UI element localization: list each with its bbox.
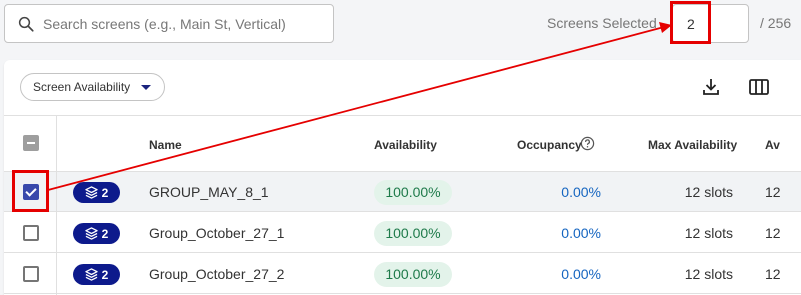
row-name: GROUP_MAY_8_1: [149, 184, 269, 200]
layers-icon: [84, 227, 98, 240]
download-icon[interactable]: [701, 77, 721, 97]
screens-selected-count-input[interactable]: 2: [672, 4, 749, 43]
row-next-value: 12: [765, 225, 781, 241]
group-size-count: 2: [101, 185, 109, 200]
search-field[interactable]: [4, 4, 334, 43]
row-availability: 100.00%: [374, 221, 452, 246]
group-size-badge[interactable]: 2: [73, 182, 120, 203]
row-name: Group_October_27_1: [149, 225, 285, 241]
row-occupancy[interactable]: 0.00%: [561, 184, 601, 200]
group-size-count: 2: [101, 267, 109, 282]
checkbox-column-divider: [56, 115, 57, 295]
row-checkbox[interactable]: [23, 225, 39, 241]
columns-icon[interactable]: [748, 77, 770, 97]
table-header-row: Name Availability Occupancy Max Availabi…: [4, 115, 801, 172]
screens-selected-label: Screens Selected: [547, 15, 657, 31]
row-max-availability: 12 slots: [684, 225, 733, 241]
caret-down-icon: [141, 85, 152, 90]
help-circle-icon[interactable]: [580, 136, 595, 151]
screens-total: / 256: [760, 15, 792, 31]
search-icon: [18, 16, 34, 32]
row-availability: 100.00%: [374, 262, 452, 287]
screen-availability-filter-label: Screen Availability: [33, 80, 131, 94]
header-availability[interactable]: Availability: [374, 138, 437, 152]
table-row[interactable]: 2 Group_October_27_2 100.00% 0.00% 12 slots 1…: [4, 254, 801, 294]
row-availability: 100.00%: [374, 180, 452, 205]
table-row[interactable]: 2 Group_October_27_1 100.00% 0.00% 12 slots 1…: [4, 213, 801, 253]
group-size-count: 2: [101, 226, 109, 241]
group-size-badge[interactable]: 2: [73, 223, 120, 244]
row-name: Group_October_27_2: [149, 266, 285, 282]
row-occupancy[interactable]: 0.00%: [561, 266, 601, 282]
group-size-badge[interactable]: 2: [73, 264, 120, 285]
screen-availability-filter-button[interactable]: Screen Availability: [20, 73, 166, 101]
search-input[interactable]: [43, 15, 323, 32]
header-next-column[interactable]: Av: [765, 138, 780, 152]
row-max-availability: 12 slots: [684, 184, 733, 200]
row-next-value: 12: [765, 266, 781, 282]
layers-icon: [84, 186, 98, 199]
row-checkbox[interactable]: [23, 184, 39, 200]
header-max-availability[interactable]: Max Availability: [648, 138, 737, 152]
row-next-value: 12: [765, 184, 781, 200]
select-all-checkbox[interactable]: [23, 135, 39, 151]
header-occupancy[interactable]: Occupancy: [517, 138, 582, 152]
row-occupancy[interactable]: 0.00%: [561, 225, 601, 241]
screens-table-card: Screen Availability Name Availability Oc…: [4, 60, 801, 295]
row-checkbox[interactable]: [23, 266, 39, 282]
table-row[interactable]: 2 GROUP_MAY_8_1 100.00% 0.00% 12 slots 12: [4, 172, 801, 212]
header-name[interactable]: Name: [149, 138, 182, 152]
row-max-availability: 12 slots: [684, 266, 733, 282]
layers-icon: [84, 268, 98, 281]
